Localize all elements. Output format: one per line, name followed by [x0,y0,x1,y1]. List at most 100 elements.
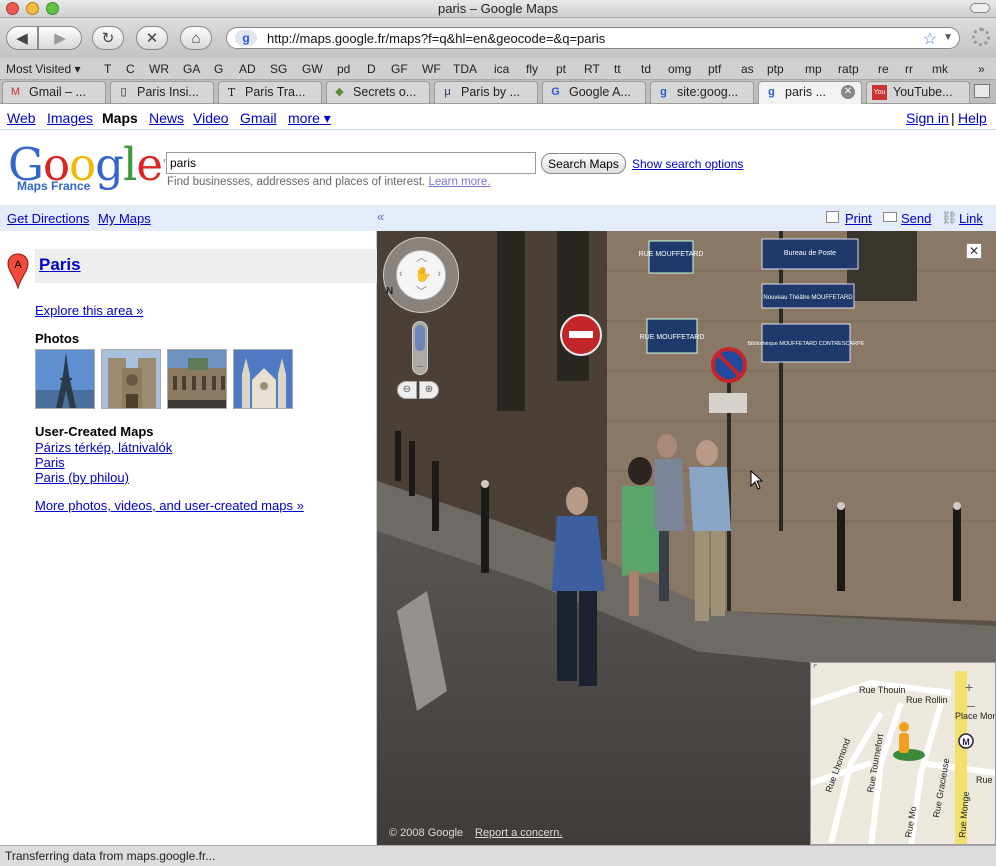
close-street-view-button[interactable]: ✕ [966,243,982,259]
user-map-link[interactable]: Párizs térkép, látnivalók [35,440,172,455]
bookmark-item[interactable]: pt [556,62,566,76]
reload-button[interactable]: ↻ [92,26,124,50]
tab-paris-by[interactable]: μ Paris by ... [434,81,538,103]
link-link[interactable]: Link [959,211,983,226]
tab-site-google[interactable]: g site:goog... [650,81,754,103]
user-map-link[interactable]: Paris [35,455,65,470]
show-search-options-link[interactable]: Show search options [632,157,743,171]
gbar-web-link[interactable]: Web [7,110,36,126]
bookmarks-overflow-icon[interactable]: » [978,62,985,76]
tab-paris-travel[interactable]: T Paris Tra... [218,81,322,103]
zoom-out-icon[interactable]: – [417,361,423,372]
bookmark-item[interactable]: T [104,62,111,76]
stop-button[interactable]: ✕ [136,26,168,50]
url-text[interactable]: http://maps.google.fr/maps?f=q&hl=en&geo… [267,31,605,46]
minimap-resize-icon[interactable]: ⌜ [813,664,818,675]
more-photos-link[interactable]: More photos, videos, and user-created ma… [35,498,304,513]
pan-left-arrow-icon[interactable]: ‹ [399,268,403,280]
bookmark-item[interactable]: ica [494,62,509,76]
zoom-slider[interactable]: – [412,321,428,375]
tab-paris-active[interactable]: g paris ... ✕ [758,81,862,104]
home-button[interactable]: ⌂ [180,26,212,50]
bookmark-item[interactable]: re [878,62,889,76]
bookmark-item[interactable]: RT [584,62,600,76]
home-icon: ⌂ [191,29,201,47]
gbar-video-link[interactable]: Video [193,110,229,126]
url-dropdown-icon[interactable]: ▼ [943,32,953,43]
bookmark-item[interactable]: tt [614,62,621,76]
signin-link[interactable]: Sign in [906,110,949,126]
my-maps-link[interactable]: My Maps [98,211,151,226]
pan-control[interactable]: ︿ ‹ › ﹀ ✋ [396,250,446,300]
photo-thumbnail-eiffel[interactable] [35,349,95,409]
google-maps-logo[interactable]: Google™ Maps France [8,140,172,200]
gbar-news-link[interactable]: News [149,110,184,126]
toolbar-toggle-button[interactable] [970,3,990,13]
photo-thumbnail-notre-dame[interactable] [101,349,161,409]
tab-secrets[interactable]: ◆ Secrets o... [326,81,430,103]
result-title-link[interactable]: Paris [39,255,81,275]
report-concern-link[interactable]: Report a concern. [475,827,562,839]
forward-button[interactable]: ▶ [38,26,82,50]
bookmark-item[interactable]: GA [183,62,200,76]
bookmark-item[interactable]: WR [149,62,169,76]
bookmark-item[interactable]: ratp [838,62,859,76]
send-link[interactable]: Send [901,211,931,226]
bookmark-item[interactable]: TDA [453,62,477,76]
gbar-images-link[interactable]: Images [47,110,93,126]
bookmark-item[interactable]: mk [932,62,948,76]
bookmark-item[interactable]: rr [905,62,913,76]
print-link[interactable]: Print [845,211,872,226]
marker-a-icon[interactable]: A [7,253,29,294]
bookmark-item[interactable]: as [741,62,754,76]
search-maps-button[interactable]: Search Maps [541,153,626,174]
bookmark-item[interactable]: ptp [767,62,784,76]
street-view-nav-control[interactable]: ︿ ‹ › ﹀ ✋ N [383,237,459,313]
get-directions-link[interactable]: Get Directions [7,211,89,226]
bookmark-most-visited[interactable]: Most Visited ▾ [6,62,81,76]
bookmark-item[interactable]: C [126,62,135,76]
tab-list-icon[interactable] [974,84,990,98]
explore-area-link[interactable]: Explore this area » [35,303,143,318]
bookmark-item[interactable]: WF [422,62,441,76]
pan-down-arrow-icon[interactable]: ﹀ [416,283,427,299]
bookmark-item[interactable]: D [367,62,376,76]
minimap-zoom-in-icon[interactable]: + [965,679,973,695]
back-button[interactable]: ◀ [6,26,38,50]
bookmark-item[interactable]: omg [668,62,691,76]
collapse-panel-button[interactable]: « [377,209,391,225]
minimap-zoom-out-icon[interactable]: – [967,697,975,713]
bookmark-item[interactable]: mp [805,62,822,76]
pan-right-arrow-icon[interactable]: › [437,268,441,280]
pan-up-arrow-icon[interactable]: ︿ [416,249,427,265]
help-link[interactable]: Help [958,110,987,126]
bookmark-item[interactable]: AD [239,62,256,76]
window-title: paris – Google Maps [438,1,558,16]
bookmark-star-icon[interactable]: ☆ [923,29,937,49]
user-map-link[interactable]: Paris (by philou) [35,470,129,485]
tab-youtube[interactable]: You YouTube... [866,81,970,103]
bookmark-item[interactable]: pd [337,62,350,76]
gbar-gmail-link[interactable]: Gmail [240,110,277,126]
learn-more-link[interactable]: Learn more. [428,176,490,188]
tab-gmail[interactable]: M Gmail – ... [2,81,106,103]
bookmark-item[interactable]: GF [391,62,408,76]
bookmark-item[interactable]: G [214,62,223,76]
overview-minimap[interactable]: Rue Thouin Rue Rollin Place Monge Rue Lh… [810,662,996,845]
zoom-slider-thumb[interactable] [415,325,425,351]
tab-google-a[interactable]: G Google A... [542,81,646,103]
close-tab-icon[interactable]: ✕ [841,85,855,99]
tab-paris-insider[interactable]: ▯ Paris Insi... [110,81,214,103]
search-input[interactable] [166,152,536,174]
bookmark-item[interactable]: SG [270,62,287,76]
url-bar[interactable]: g http://maps.google.fr/maps?f=q&hl=en&g… [226,27,960,49]
photo-thumbnail-opera[interactable] [167,349,227,409]
gbar-more-link[interactable]: more ▾ [288,110,331,127]
bookmark-item[interactable]: GW [302,62,323,76]
bookmark-item[interactable]: fly [526,62,538,76]
zoom-out-button[interactable]: ⊖ [397,381,417,399]
zoom-in-button[interactable]: ⊕ [419,381,439,399]
bookmark-item[interactable]: ptf [708,62,721,76]
photo-thumbnail-sacre-coeur[interactable] [233,349,293,409]
bookmark-item[interactable]: td [641,62,651,76]
